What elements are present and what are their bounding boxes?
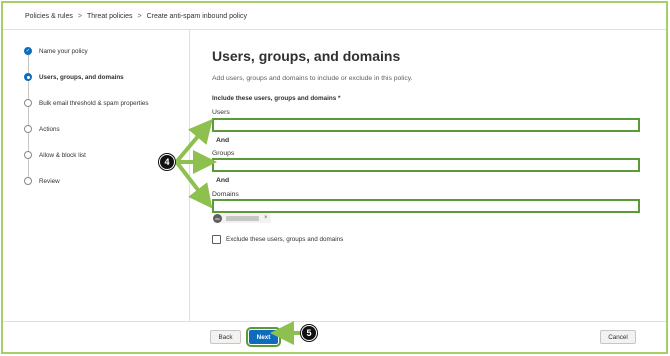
wizard-step-allow-block[interactable]: Allow & block list xyxy=(24,151,86,159)
callout-5: 5 xyxy=(301,325,317,341)
users-label: Users xyxy=(212,109,230,116)
callout-4: 4 xyxy=(159,154,175,170)
domain-chip: do × xyxy=(213,213,271,223)
exclude-option[interactable]: Exclude these users, groups and domains xyxy=(212,235,343,244)
wizard-step-name-policy[interactable]: ✓ Name your policy xyxy=(24,47,88,55)
pending-step-icon xyxy=(24,125,32,133)
include-section-label: Include these users, groups and domains … xyxy=(212,95,341,102)
redacted-domain-name xyxy=(226,215,259,221)
wizard-step-label: Allow & block list xyxy=(39,151,86,159)
breadcrumb-current-page: Create anti-spam inbound policy xyxy=(146,13,247,20)
next-button[interactable]: Next xyxy=(246,327,281,347)
exclude-checkbox-label: Exclude these users, groups and domains xyxy=(226,236,344,243)
wizard-step-label: Bulk email threshold & spam properties xyxy=(39,99,149,107)
wizard-step-label: Users, groups, and domains xyxy=(39,73,124,81)
wizard-step-label: Actions xyxy=(39,125,60,133)
wizard-step-users-groups-domains[interactable]: Users, groups, and domains xyxy=(24,73,124,81)
wizard-step-label: Name your policy xyxy=(39,47,88,55)
wizard-step-bulk-email[interactable]: Bulk email threshold & spam properties xyxy=(24,99,149,107)
users-input[interactable] xyxy=(212,118,640,132)
domain-avatar: do xyxy=(213,213,222,223)
groups-label: Groups xyxy=(212,150,235,157)
wizard-step-actions[interactable]: Actions xyxy=(24,125,60,133)
domains-input[interactable] xyxy=(212,199,640,213)
page-title: Users, groups, and domains xyxy=(212,48,401,64)
wizard-step-review[interactable]: Review xyxy=(24,177,60,185)
groups-input[interactable] xyxy=(212,158,640,172)
current-step-icon xyxy=(24,73,32,81)
breadcrumb-separator: > xyxy=(137,13,142,20)
back-button[interactable]: Back xyxy=(210,330,241,344)
wizard-track xyxy=(28,51,29,185)
and-label: And xyxy=(216,137,230,144)
wizard-footer: Back Next Cancel xyxy=(3,321,666,352)
pending-step-icon xyxy=(24,151,32,159)
exclude-checkbox[interactable] xyxy=(212,235,221,244)
breadcrumb-threat-policies[interactable]: Threat policies xyxy=(87,13,133,20)
wizard-step-label: Review xyxy=(39,177,60,185)
window-frame: Policies & rules > Threat policies > Cre… xyxy=(1,1,668,354)
breadcrumb-separator: > xyxy=(77,13,82,20)
and-label: And xyxy=(216,177,230,184)
breadcrumb: Policies & rules > Threat policies > Cre… xyxy=(25,13,247,20)
breadcrumb-policies-rules[interactable]: Policies & rules xyxy=(25,13,73,20)
pending-step-icon xyxy=(24,99,32,107)
checkmark-icon: ✓ xyxy=(24,47,32,55)
page-description: Add users, groups and domains to include… xyxy=(212,75,413,82)
wizard-steps: ✓ Name your policy Users, groups, and do… xyxy=(3,29,190,321)
cancel-button[interactable]: Cancel xyxy=(600,330,636,344)
pending-step-icon xyxy=(24,177,32,185)
remove-chip-icon[interactable]: × xyxy=(264,215,268,221)
domains-label: Domains xyxy=(212,191,239,198)
